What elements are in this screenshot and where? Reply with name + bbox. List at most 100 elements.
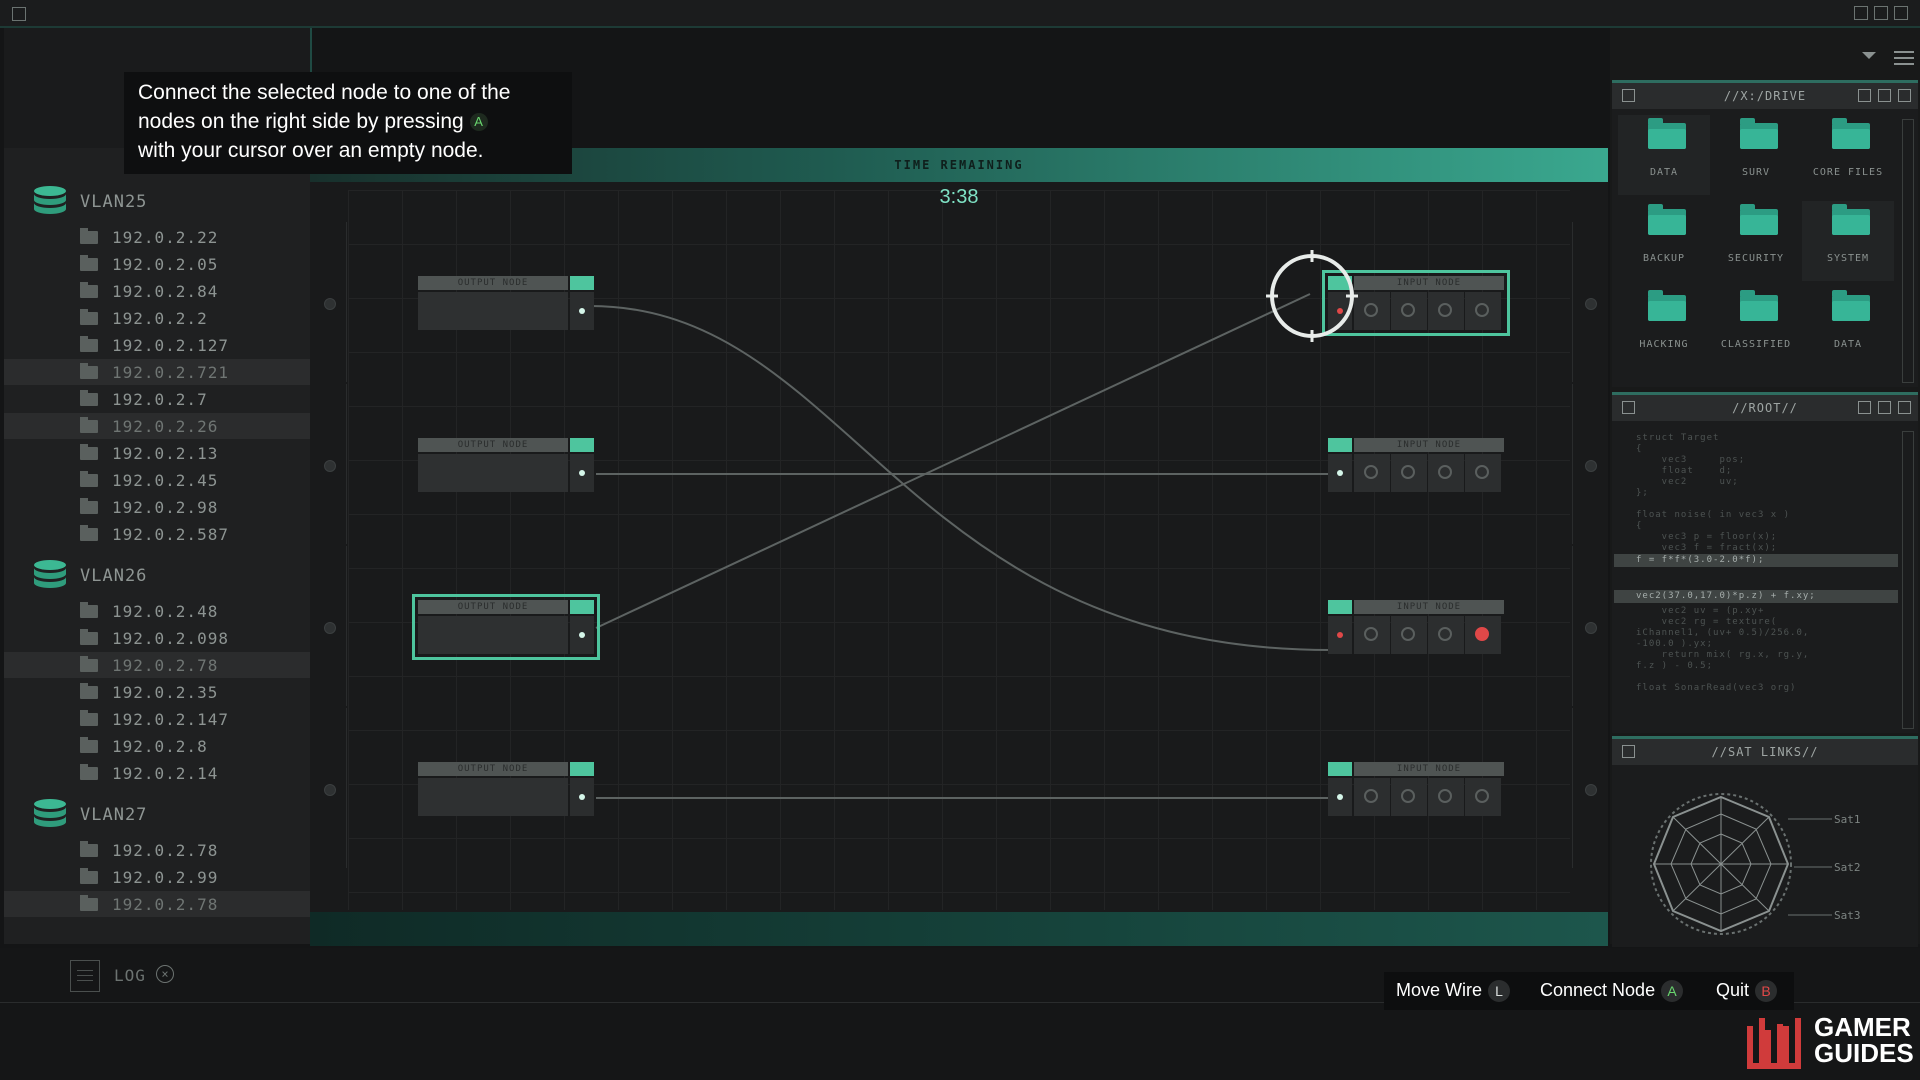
output-port[interactable] (570, 454, 594, 492)
drive-folder[interactable]: CORE FILES (1802, 115, 1894, 195)
folder-icon (1740, 290, 1778, 321)
output-port[interactable] (570, 778, 594, 816)
code-line: -100.0 ).yx; (1636, 639, 1714, 649)
output-node-1[interactable]: OUTPUT NODE (418, 276, 594, 330)
port-dot (1337, 794, 1343, 800)
close-icon[interactable] (1898, 89, 1911, 102)
wire-output3-to-cursor[interactable] (595, 293, 1311, 629)
close-log-icon[interactable]: × (156, 965, 174, 983)
minimize-icon[interactable] (1858, 401, 1871, 414)
wire-output1-to-input3[interactable] (589, 305, 1331, 651)
slot-circle (1401, 303, 1415, 317)
folder-label: SECURITY (1727, 253, 1785, 264)
node-slot[interactable] (1391, 454, 1427, 492)
sat-links-panel: //SAT LINKS// Sat1 Sat2 Sat3 (1612, 736, 1918, 947)
folder-icon (1740, 204, 1778, 235)
log-icon[interactable] (70, 960, 100, 992)
a-button-icon: A (1661, 980, 1684, 1003)
port-dot (579, 308, 585, 314)
scrollbar[interactable] (1902, 119, 1914, 383)
input-node-2[interactable]: INPUT NODE (1328, 438, 1504, 492)
tooltip-line: with your cursor over an empty node. (138, 139, 484, 162)
node-slot[interactable] (1391, 616, 1427, 654)
output-port[interactable] (570, 292, 594, 330)
node-slot[interactable] (1465, 454, 1501, 492)
maximize-icon[interactable] (1878, 401, 1891, 414)
drive-folder[interactable]: SYSTEM (1802, 201, 1894, 281)
slot-circle (1475, 303, 1489, 317)
move-wire-prompt: Move Wire L (1396, 980, 1511, 1003)
drive-folder[interactable]: DATA (1802, 287, 1894, 367)
panel-title: //SAT LINKS// (1711, 745, 1819, 759)
code-line: }; (1636, 488, 1649, 498)
logo-text: GUIDES (1814, 1038, 1914, 1068)
drive-folder[interactable]: SECURITY (1710, 201, 1802, 281)
node-tab (570, 600, 594, 614)
node-slot[interactable] (1465, 778, 1501, 816)
node-slot[interactable] (1428, 778, 1464, 816)
logo-mark-icon (1747, 1018, 1801, 1069)
code-line: iChannel1, (uv+ 0.5)/256.0, (1636, 628, 1810, 638)
close-icon[interactable] (1898, 401, 1911, 414)
node-slot[interactable] (1428, 292, 1464, 330)
input-node-3[interactable]: INPUT NODE (1328, 600, 1504, 654)
node-tab (570, 276, 594, 290)
code-line: vec2 uv; (1636, 477, 1739, 487)
output-node-4[interactable]: OUTPUT NODE (418, 762, 594, 816)
hamburger-icon[interactable] (1894, 51, 1914, 53)
node-slot[interactable] (1391, 778, 1427, 816)
input-port[interactable] (1328, 616, 1352, 654)
a-button-icon: A (469, 113, 488, 132)
log-label[interactable]: LOG (114, 966, 146, 985)
dropdown-icon[interactable] (1862, 52, 1876, 59)
folder-icon (1648, 204, 1686, 235)
node-title: OUTPUT NODE (418, 276, 568, 290)
output-node-2[interactable]: OUTPUT NODE (418, 438, 594, 492)
code-line: f = f*f*(3.0-2.0*f); (1636, 555, 1765, 565)
slot-circle (1475, 465, 1489, 479)
node-tab (570, 762, 594, 776)
folder-icon (1832, 290, 1870, 321)
drive-folder[interactable]: BACKUP (1618, 201, 1710, 281)
slot-circle (1438, 465, 1452, 479)
code-line: f.z ) - 0.5; (1636, 661, 1714, 671)
drive-folder[interactable]: SURV (1710, 115, 1802, 195)
prompt-label: Move Wire (1396, 980, 1483, 1000)
drive-folder[interactable]: HACKING (1618, 287, 1710, 367)
node-slot[interactable] (1391, 292, 1427, 330)
slot-circle (1364, 303, 1378, 317)
sat-link-1[interactable]: Sat1 (1834, 813, 1861, 826)
input-node-4[interactable]: INPUT NODE (1328, 762, 1504, 816)
drive-folder[interactable]: CLASSIFIED (1710, 287, 1802, 367)
code-line: float d; (1636, 466, 1733, 476)
node-slot[interactable] (1428, 616, 1464, 654)
minimize-icon[interactable] (1858, 89, 1871, 102)
code-line: vec3 pos; (1636, 455, 1746, 465)
input-port[interactable] (1328, 778, 1352, 816)
node-slot[interactable] (1428, 454, 1464, 492)
folder-label: BACKUP (1642, 253, 1686, 264)
drive-folder[interactable]: DATA (1618, 115, 1710, 195)
prompt-label: Connect Node (1540, 980, 1656, 1000)
maximize-icon[interactable] (1878, 89, 1891, 102)
code-line: vec3 p = floor(x); (1636, 532, 1778, 542)
node-slot[interactable] (1354, 778, 1390, 816)
input-port[interactable] (1328, 454, 1352, 492)
port-dot (579, 794, 585, 800)
scrollbar[interactable] (1902, 431, 1914, 729)
slot-circle (1364, 465, 1378, 479)
output-port[interactable] (570, 616, 594, 654)
sat-link-3[interactable]: Sat3 (1834, 909, 1861, 922)
node-title: INPUT NODE (1354, 600, 1504, 614)
node-slot[interactable] (1465, 616, 1501, 654)
output-node-3-selected[interactable]: OUTPUT NODE (412, 594, 600, 660)
highlighted-code-line: vec2(37.0,17.0)*p.z) + f.xy; (1614, 590, 1898, 603)
node-slot[interactable] (1354, 454, 1390, 492)
folder-icon (1832, 204, 1870, 235)
sat-link-2[interactable]: Sat2 (1834, 861, 1861, 874)
port-dot (1337, 470, 1343, 476)
node-slot[interactable] (1354, 616, 1390, 654)
panel-header: //ROOT// (1612, 395, 1918, 421)
node-slot[interactable] (1465, 292, 1501, 330)
port-dot (579, 470, 585, 476)
